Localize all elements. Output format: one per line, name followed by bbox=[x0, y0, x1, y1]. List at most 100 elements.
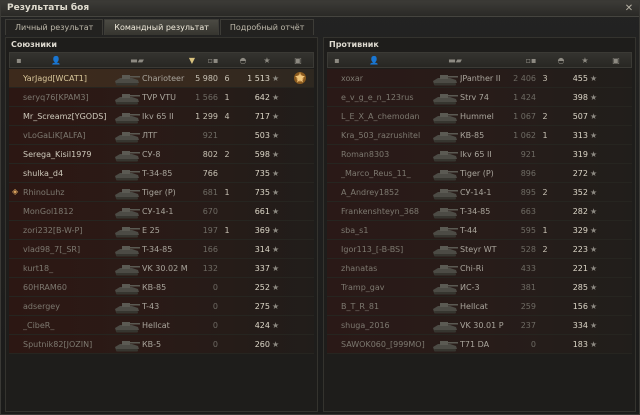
damage-col-icon[interactable]: ▫▪ bbox=[524, 55, 538, 66]
tank-icon bbox=[115, 151, 140, 162]
player-row[interactable]: Tramp_gav ИС-3 381 285 ★ bbox=[327, 278, 632, 297]
player-row[interactable]: 60HRAM60 КВ-85 0 252 ★ bbox=[9, 278, 314, 297]
player-row[interactable]: ◈ RhinoLuhz Tiger (P) 681 1 735 ★ bbox=[9, 183, 314, 202]
player-row[interactable]: shuga_2016 VK 30.01 P 237 334 ★ bbox=[327, 316, 632, 335]
kills-col-icon[interactable]: ◓ bbox=[554, 55, 568, 66]
tab-personal-result[interactable]: Личный результат bbox=[5, 19, 104, 35]
kills-col-icon[interactable]: ◓ bbox=[236, 55, 250, 66]
player-row[interactable]: vLoGaLiK[ALFA] ЛТГ 921 503 ★ bbox=[9, 126, 314, 145]
player-name: Mr_Screamz[YGODS] bbox=[23, 112, 107, 121]
player-name: _CibeR_ bbox=[23, 321, 55, 330]
title-bar: Результаты боя ✕ bbox=[1, 1, 639, 17]
damage-value: 681 bbox=[202, 188, 218, 197]
player-name: Roman8303 bbox=[341, 150, 390, 159]
medal-icon[interactable] bbox=[292, 70, 308, 86]
enemies-panel: Противник ▪ 👤 ▬▰ ▫▪ ◓ ★ ▣ xoxar JPanther… bbox=[323, 37, 636, 412]
star-icon: ★ bbox=[590, 93, 598, 102]
player-row[interactable]: Roman8303 Ikv 65 II 921 319 ★ bbox=[327, 145, 632, 164]
player-name: vlad98_7[_SR] bbox=[23, 245, 81, 254]
tank-icon bbox=[433, 94, 458, 105]
damage-value: 166 bbox=[202, 245, 218, 254]
tank-col-icon[interactable]: ▬▰ bbox=[444, 55, 466, 66]
damage-col-icon[interactable]: ▫▪ bbox=[206, 55, 220, 66]
player-row[interactable]: xoxar JPanther II 2 406 3 455 ★ bbox=[327, 69, 632, 88]
player-row[interactable]: kurt18_ VK 30.02 M 132 337 ★ bbox=[9, 259, 314, 278]
tank-name: Steyr WT bbox=[460, 245, 497, 254]
player-row[interactable]: shulka_d4 T-34-85 766 735 ★ bbox=[9, 164, 314, 183]
player-name: kurt18_ bbox=[23, 264, 54, 273]
tank-col-icon[interactable]: ▬▰ bbox=[126, 55, 148, 66]
player-row[interactable]: B_T_R_81 Hellcat 259 156 ★ bbox=[327, 297, 632, 316]
player-row[interactable]: A_Andrey1852 СУ-14-1 895 2 352 ★ bbox=[327, 183, 632, 202]
experience-value: 735 bbox=[254, 169, 270, 178]
player-name: SAWOK060_[999MO] bbox=[341, 340, 425, 349]
kills-value: 2 bbox=[542, 245, 548, 254]
tab-detailed-report[interactable]: Подробный отчёт bbox=[219, 19, 315, 35]
squad-col-icon[interactable]: ▪ bbox=[14, 55, 24, 66]
player-row[interactable]: SAWOK060_[999MO] T71 DA 0 183 ★ bbox=[327, 335, 632, 354]
medals-col-icon[interactable]: ▣ bbox=[610, 55, 622, 66]
platoon-icon bbox=[12, 302, 20, 310]
damage-value: 670 bbox=[202, 207, 218, 216]
player-row[interactable]: MonGol1812 СУ-14-1 670 661 ★ bbox=[9, 202, 314, 221]
tank-name: КВ-5 bbox=[142, 340, 162, 349]
star-icon: ★ bbox=[590, 302, 598, 311]
player-row[interactable]: YarJagd[WCAT1] Charioteer 5 980 6 1 513 … bbox=[9, 69, 314, 88]
player-row[interactable]: Serega_Kisil1979 СУ-8 802 2 598 ★ bbox=[9, 145, 314, 164]
player-row[interactable]: zori232[B-W-P] E 25 197 1 369 ★ bbox=[9, 221, 314, 240]
experience-value: 503 bbox=[254, 131, 270, 140]
player-name: 60HRAM60 bbox=[23, 283, 67, 292]
player-row[interactable]: Frankenshteyn_368 T-34-85 663 282 ★ bbox=[327, 202, 632, 221]
star-icon: ★ bbox=[590, 74, 598, 83]
platoon-icon bbox=[330, 150, 338, 158]
experience-value: 252 bbox=[254, 283, 270, 292]
tank-icon bbox=[115, 227, 140, 238]
damage-value: 595 bbox=[520, 226, 536, 235]
experience-value: 223 bbox=[572, 245, 588, 254]
experience-value: 1 513 bbox=[247, 74, 270, 83]
player-row[interactable]: vlad98_7[_SR] T-34-85 166 314 ★ bbox=[9, 240, 314, 259]
tank-icon bbox=[433, 227, 458, 238]
platoon-icon bbox=[12, 131, 20, 139]
player-name: Tramp_gav bbox=[341, 283, 385, 292]
exp-col-icon[interactable]: ★ bbox=[580, 55, 590, 66]
damage-value: 802 bbox=[202, 150, 218, 159]
star-icon: ★ bbox=[272, 74, 280, 83]
tank-name: JPanther II bbox=[460, 74, 501, 83]
tank-icon bbox=[433, 208, 458, 219]
player-row[interactable]: adsergey T-43 0 275 ★ bbox=[9, 297, 314, 316]
star-icon: ★ bbox=[590, 321, 598, 330]
player-col-icon[interactable]: 👤 bbox=[50, 55, 62, 66]
player-row[interactable]: e_v_g_e_n_123rus Strv 74 1 424 398 ★ bbox=[327, 88, 632, 107]
kills-value bbox=[539, 319, 551, 332]
kills-value bbox=[539, 167, 551, 180]
player-row[interactable]: zhanatas Chi-Ri 433 221 ★ bbox=[327, 259, 632, 278]
medals-col-icon[interactable]: ▣ bbox=[292, 55, 304, 66]
player-row[interactable]: _Marco_Reus_11_ Tiger (P) 896 272 ★ bbox=[327, 164, 632, 183]
experience-value: 661 bbox=[254, 207, 270, 216]
player-row[interactable]: Igor113_[-B-BS] Steyr WT 528 2 223 ★ bbox=[327, 240, 632, 259]
close-icon[interactable]: ✕ bbox=[624, 4, 634, 14]
experience-value: 319 bbox=[572, 150, 588, 159]
tank-name: СУ-14-1 bbox=[142, 207, 174, 216]
player-row[interactable]: Mr_Screamz[YGODS] Ikv 65 II 1 299 4 717 … bbox=[9, 107, 314, 126]
player-row[interactable]: _CibeR_ Hellcat 0 424 ★ bbox=[9, 316, 314, 335]
player-row[interactable]: sba_s1 T-44 595 1 329 ★ bbox=[327, 221, 632, 240]
player-row[interactable]: seryq76[KPAM3] TVP VTU 1 566 1 642 ★ bbox=[9, 88, 314, 107]
player-col-icon[interactable]: 👤 bbox=[368, 55, 380, 66]
tank-name: T-34-85 bbox=[460, 207, 491, 216]
squad-col-icon[interactable]: ▪ bbox=[332, 55, 342, 66]
player-row[interactable]: Kra_503_razrushitel КВ-85 1 062 1 313 ★ bbox=[327, 126, 632, 145]
kills-value: 4 bbox=[224, 112, 230, 121]
player-name: Serega_Kisil1979 bbox=[23, 150, 92, 159]
exp-col-icon[interactable]: ★ bbox=[262, 55, 272, 66]
star-icon: ★ bbox=[272, 188, 280, 197]
tab-team-result[interactable]: Командный результат bbox=[104, 19, 219, 35]
tank-name: ЛТГ bbox=[142, 131, 158, 140]
damage-value: 1 424 bbox=[513, 93, 536, 102]
player-row[interactable]: L_E_X_A_chemodan Hummel 1 067 2 507 ★ bbox=[327, 107, 632, 126]
player-row[interactable]: Sputnik82[JOZIN] КВ-5 0 260 ★ bbox=[9, 335, 314, 354]
tank-name: T-34-85 bbox=[142, 245, 173, 254]
player-name: vLoGaLiK[ALFA] bbox=[23, 131, 86, 140]
experience-value: 642 bbox=[254, 93, 270, 102]
